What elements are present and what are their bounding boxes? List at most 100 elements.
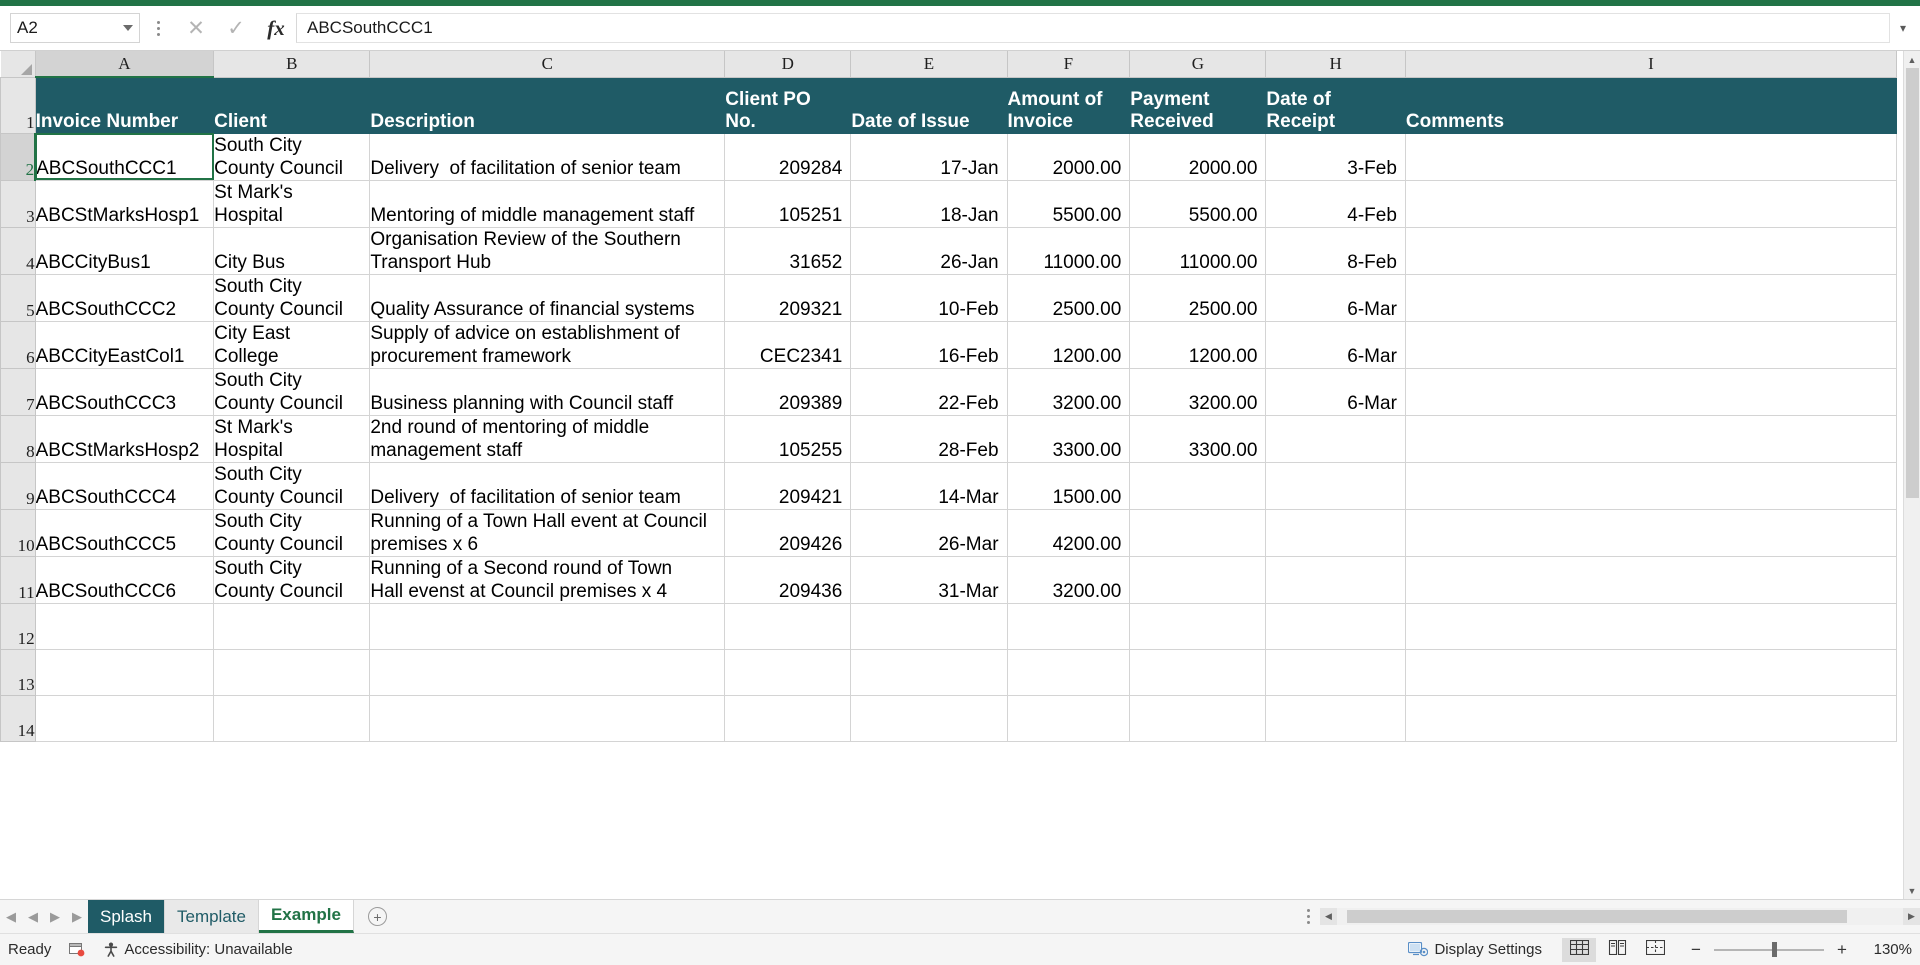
cell-b5[interactable]: South City County Council	[213, 274, 371, 322]
cell-e2[interactable]: 17-Jan	[850, 133, 1008, 181]
cell-h12[interactable]	[1265, 603, 1406, 650]
cell-f4[interactable]: 11000.00	[1007, 227, 1131, 275]
cell-i13[interactable]	[1405, 649, 1898, 696]
cell-a12[interactable]	[35, 603, 215, 650]
confirm-entry-icon[interactable]: ✓	[216, 12, 256, 44]
column-header-h[interactable]: H	[1265, 51, 1406, 78]
display-settings-button[interactable]: Display Settings	[1408, 941, 1542, 958]
cell-d5[interactable]: 209321	[724, 274, 852, 322]
formula-input[interactable]: ABCSouthCCC1	[296, 13, 1890, 43]
row-header-6[interactable]: 6	[0, 320, 36, 369]
cell-f5[interactable]: 2500.00	[1007, 274, 1131, 322]
cell-e12[interactable]	[850, 603, 1008, 650]
cell-a3[interactable]: ABCStMarksHosp1	[35, 180, 215, 228]
cell-d9[interactable]: 209421	[724, 462, 852, 510]
cell-e14[interactable]	[850, 695, 1008, 742]
cell-h6[interactable]: 6-Mar	[1265, 321, 1406, 369]
accessibility-status[interactable]: Accessibility: Unavailable	[104, 941, 293, 958]
cell-g8[interactable]: 3300.00	[1129, 415, 1267, 463]
column-header-a[interactable]: A	[34, 51, 215, 78]
cell-g4[interactable]: 11000.00	[1129, 227, 1267, 275]
cell-i7[interactable]	[1405, 368, 1898, 416]
column-header-i[interactable]: I	[1404, 51, 1898, 78]
horizontal-scroll-track[interactable]	[1337, 908, 1903, 925]
cell-e8[interactable]: 28-Feb	[850, 415, 1008, 463]
cell-e4[interactable]: 26-Jan	[850, 227, 1008, 275]
insert-function-icon[interactable]: fx	[256, 12, 296, 44]
horizontal-scrollbar[interactable]: ◀ ▶	[1320, 900, 1920, 933]
cell-e10[interactable]: 26-Mar	[850, 509, 1008, 557]
next-sheet-icon[interactable]: ▶	[50, 909, 60, 925]
row-header-10[interactable]: 10	[0, 508, 36, 557]
column-header-b[interactable]: B	[213, 51, 371, 78]
chevron-down-icon[interactable]	[123, 25, 133, 31]
cell-h3[interactable]: 4-Feb	[1265, 180, 1406, 228]
cell-c11[interactable]: Running of a Second round of Town Hall e…	[369, 556, 726, 604]
cell-i6[interactable]	[1405, 321, 1898, 369]
cell-b10[interactable]: South City County Council	[213, 509, 371, 557]
zoom-slider[interactable]	[1714, 942, 1824, 958]
cell-a6[interactable]: ABCCityEastCol1	[35, 321, 215, 369]
cell-a13[interactable]	[35, 649, 215, 696]
row-header-1[interactable]: 1	[0, 76, 36, 134]
cell-e7[interactable]: 22-Feb	[850, 368, 1008, 416]
tabbar-more-icon[interactable]	[1297, 900, 1320, 933]
cell-h14[interactable]	[1265, 695, 1406, 742]
cell-f12[interactable]	[1007, 603, 1131, 650]
cell-i9[interactable]	[1405, 462, 1898, 510]
row-header-14[interactable]: 14	[0, 694, 36, 742]
view-normal-button[interactable]	[1562, 937, 1596, 962]
cell-g2[interactable]: 2000.00	[1129, 133, 1267, 181]
cell-b7[interactable]: South City County Council	[213, 368, 371, 416]
zoom-out-button[interactable]: −	[1688, 940, 1704, 960]
cell-b3[interactable]: St Mark's Hospital	[213, 180, 371, 228]
cell-i5[interactable]	[1405, 274, 1898, 322]
expand-formula-bar-icon[interactable]: ▾	[1890, 12, 1916, 44]
cell-b11[interactable]: South City County Council	[213, 556, 371, 604]
cell-h9[interactable]	[1265, 462, 1406, 510]
cell-c6[interactable]: Supply of advice on establishment of pro…	[369, 321, 726, 369]
cell-d3[interactable]: 105251	[724, 180, 852, 228]
cell-a4[interactable]: ABCCityBus1	[35, 227, 215, 275]
sheet-tab-example[interactable]: Example	[258, 900, 354, 933]
vertical-scroll-track[interactable]	[1903, 68, 1920, 882]
cell-g12[interactable]	[1129, 603, 1267, 650]
cell-g10[interactable]	[1129, 509, 1267, 557]
cell-b4[interactable]: City Bus	[213, 227, 371, 275]
cell-f10[interactable]: 4200.00	[1007, 509, 1131, 557]
column-header-e[interactable]: E	[850, 51, 1008, 78]
cell-d10[interactable]: 209426	[724, 509, 852, 557]
scroll-left-icon[interactable]: ◀	[1320, 908, 1337, 925]
view-page-break-button[interactable]	[1638, 938, 1672, 962]
cell-d11[interactable]: 209436	[724, 556, 852, 604]
cell-e5[interactable]: 10-Feb	[850, 274, 1008, 322]
cell-h13[interactable]	[1265, 649, 1406, 696]
cell-i12[interactable]	[1405, 603, 1898, 650]
cancel-entry-icon[interactable]: ✕	[176, 12, 216, 44]
column-header-g[interactable]: G	[1129, 51, 1267, 78]
cell-a10[interactable]: ABCSouthCCC5	[35, 509, 215, 557]
cell-i14[interactable]	[1405, 695, 1898, 742]
cell-h8[interactable]	[1265, 415, 1406, 463]
cell-e3[interactable]: 18-Jan	[850, 180, 1008, 228]
cell-f7[interactable]: 3200.00	[1007, 368, 1131, 416]
column-header-d[interactable]: D	[724, 51, 852, 78]
cell-i10[interactable]	[1405, 509, 1898, 557]
cell-b13[interactable]	[213, 649, 371, 696]
cell-b9[interactable]: South City County Council	[213, 462, 371, 510]
cell-g11[interactable]	[1129, 556, 1267, 604]
row-header-7[interactable]: 7	[0, 367, 36, 416]
first-sheet-icon[interactable]: ◀	[6, 909, 16, 925]
sheet-tab-template[interactable]: Template	[164, 900, 259, 933]
cell-f6[interactable]: 1200.00	[1007, 321, 1131, 369]
cell-a2[interactable]: ABCSouthCCC1	[35, 133, 215, 181]
sheet-tab-splash[interactable]: Splash	[88, 900, 165, 933]
cell-c10[interactable]: Running of a Town Hall event at Council …	[369, 509, 726, 557]
cell-c7[interactable]: Business planning with Council staff	[369, 368, 726, 416]
cell-f11[interactable]: 3200.00	[1007, 556, 1131, 604]
cell-e6[interactable]: 16-Feb	[850, 321, 1008, 369]
zoom-slider-knob[interactable]	[1772, 942, 1777, 957]
cell-h5[interactable]: 6-Mar	[1265, 274, 1406, 322]
row-header-2[interactable]: 2	[0, 132, 37, 181]
cell-g5[interactable]: 2500.00	[1129, 274, 1267, 322]
